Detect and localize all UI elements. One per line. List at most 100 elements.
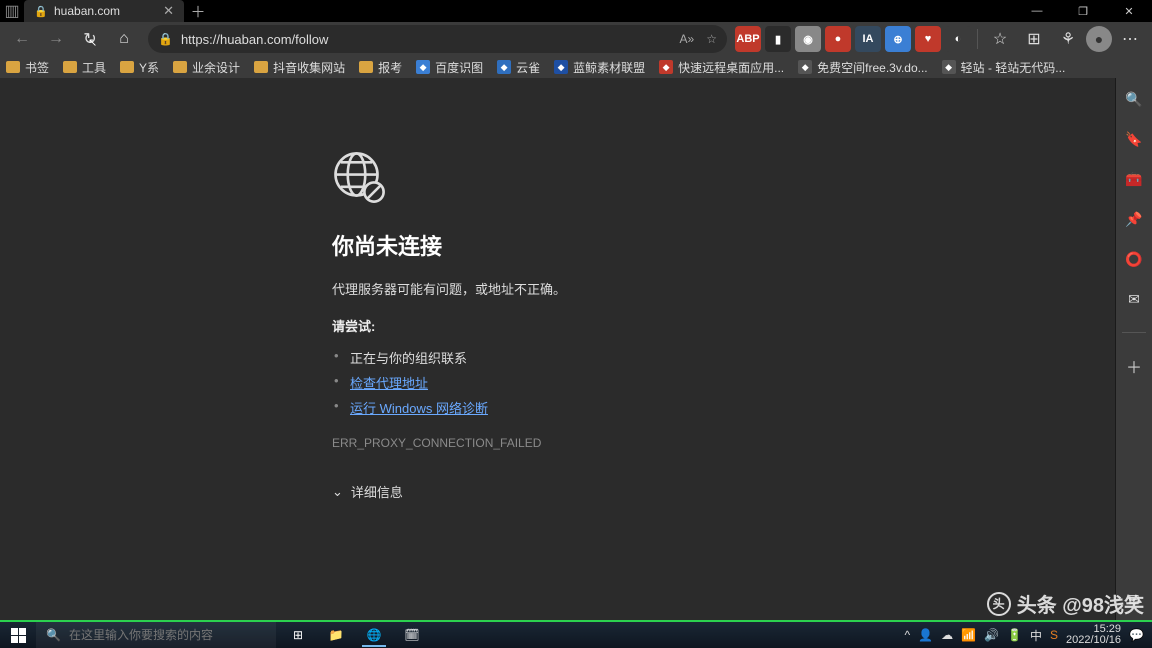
- bookmark-label: 报考: [378, 59, 402, 76]
- lock-icon: 🔒: [158, 32, 173, 46]
- error-suggestion-link[interactable]: 检查代理地址: [350, 376, 428, 391]
- bookmark-item[interactable]: Y系: [120, 59, 159, 76]
- site-favicon-icon: ◆: [497, 60, 511, 74]
- tray-notifications-icon[interactable]: 💬: [1129, 628, 1144, 642]
- extension-fire[interactable]: ●: [825, 26, 851, 52]
- site-favicon-icon: ◆: [554, 60, 568, 74]
- bookmark-item[interactable]: 报考: [359, 59, 402, 76]
- bookmark-item[interactable]: ◆蓝鲸素材联盟: [554, 59, 645, 76]
- home-button[interactable]: ⌂: [108, 24, 140, 54]
- bookmark-item[interactable]: ◆百度识图: [416, 59, 483, 76]
- tray-datetime[interactable]: 15:29 2022/10/16: [1066, 624, 1121, 646]
- system-tray[interactable]: ^ 👤 ☁ 📶 🔊 🔋 中 S 15:29 2022/10/16 💬: [897, 624, 1152, 646]
- error-suggestion-link[interactable]: 运行 Windows 网络诊断: [350, 401, 488, 416]
- error-title: 你尚未连接: [332, 229, 566, 261]
- tray-volume-icon[interactable]: 🔊: [984, 628, 999, 642]
- bookmark-item[interactable]: ◆ 免费空间free.3v.do...: [798, 59, 927, 76]
- address-bar[interactable]: 🔒 A» ☆: [148, 25, 727, 53]
- chevron-down-icon: ⌄: [332, 484, 343, 500]
- tray-people-icon[interactable]: 👤: [918, 628, 933, 642]
- tab-close-icon[interactable]: ✕: [163, 3, 174, 19]
- bookmark-item[interactable]: 抖音收集网站: [254, 59, 345, 76]
- sidebar-tag-icon[interactable]: 🔖: [1123, 128, 1145, 150]
- bookmark-item[interactable]: 书签: [6, 59, 49, 76]
- tray-wifi-icon[interactable]: 📶: [961, 628, 976, 642]
- close-window-button[interactable]: ✕: [1106, 0, 1152, 22]
- page: 你尚未连接 代理服务器可能有问题，或地址不正确。 请尝试: 正在与你的组织联系检…: [0, 78, 1116, 620]
- bookmark-label: 业余设计: [192, 59, 240, 76]
- start-button[interactable]: [0, 622, 36, 648]
- sidebar-outlook-icon[interactable]: ✉: [1123, 288, 1145, 310]
- back-button[interactable]: ←: [6, 24, 38, 54]
- extension-moon[interactable]: ◐: [945, 26, 971, 52]
- error-suggestion-item[interactable]: 运行 Windows 网络诊断: [332, 395, 566, 420]
- sidebar-search-icon[interactable]: 🔍: [1123, 88, 1145, 110]
- performance-button[interactable]: ⚘: [1052, 24, 1084, 54]
- read-aloud-icon[interactable]: A»: [680, 32, 695, 46]
- window-controls: — ❐ ✕: [1014, 0, 1152, 22]
- error-suggestion-item[interactable]: 检查代理地址: [332, 370, 566, 395]
- tab-title: huaban.com: [54, 4, 120, 18]
- favorites-button[interactable]: ☆: [984, 24, 1016, 54]
- menu-button[interactable]: ⋯: [1114, 24, 1146, 54]
- site-favicon-icon: ◆: [942, 60, 956, 74]
- extension-heart[interactable]: ♥: [915, 26, 941, 52]
- sidebar-toolbox-icon[interactable]: 🧰: [1123, 168, 1145, 190]
- favorite-icon[interactable]: ☆: [706, 32, 717, 46]
- bookmark-label: 轻站 - 轻站无代码...: [961, 59, 1066, 76]
- bookmark-item[interactable]: ◆ 轻站 - 轻站无代码...: [942, 59, 1066, 76]
- extension-note[interactable]: ▮: [765, 26, 791, 52]
- bookmark-item[interactable]: 工具: [63, 59, 106, 76]
- folder-icon: [173, 61, 187, 73]
- tray-onedrive-icon[interactable]: ☁: [941, 628, 953, 642]
- maximize-button[interactable]: ❐: [1060, 0, 1106, 22]
- site-favicon-icon: ◆: [798, 60, 812, 74]
- sidebar-pin-icon[interactable]: 📌: [1123, 208, 1145, 230]
- taskbar-app-4[interactable]: 🗓: [396, 623, 428, 647]
- extension-globe[interactable]: ⊕: [885, 26, 911, 52]
- collections-button[interactable]: ⊞: [1018, 24, 1050, 54]
- tray-input-icon[interactable]: S: [1050, 628, 1058, 642]
- folder-icon: [63, 61, 77, 73]
- folder-icon: [120, 61, 134, 73]
- bookmark-item[interactable]: ◆快速远程桌面应用...: [659, 59, 784, 76]
- sidebar-circle-icon[interactable]: ⭕: [1123, 248, 1145, 270]
- extension-shield[interactable]: ◉: [795, 26, 821, 52]
- sidebar-add-button[interactable]: ＋: [1123, 355, 1145, 377]
- extension-abp[interactable]: ABP: [735, 26, 761, 52]
- tray-ime-icon[interactable]: 中: [1030, 627, 1042, 644]
- tray-battery-icon[interactable]: 🔋: [1007, 628, 1022, 642]
- bookmark-label: 抖音收集网站: [273, 59, 345, 76]
- cursor-icon: ↖: [88, 36, 97, 49]
- toolbar-divider: [977, 29, 978, 49]
- tray-chevron-icon[interactable]: ^: [905, 628, 911, 642]
- taskbar-search[interactable]: 🔍: [36, 622, 276, 648]
- tab-favicon-icon: 🔒: [34, 4, 48, 18]
- site-favicon-icon: ◆: [659, 60, 673, 74]
- details-toggle[interactable]: ⌄ 详细信息: [332, 482, 566, 501]
- profile-avatar[interactable]: ●: [1086, 26, 1112, 52]
- taskbar-app-explorer[interactable]: 📁: [320, 623, 352, 647]
- content-area: 你尚未连接 代理服务器可能有问题，或地址不正确。 请尝试: 正在与你的组织联系检…: [0, 78, 1152, 620]
- bookmark-label: 书签: [25, 59, 49, 76]
- forward-button[interactable]: →: [40, 24, 72, 54]
- extension-ia[interactable]: IA: [855, 26, 881, 52]
- bookmark-label: 免费空间free.3v.do...: [817, 59, 927, 76]
- extensions-row: ABP▮◉●IA⊕♥◐: [735, 26, 971, 52]
- minimize-button[interactable]: —: [1014, 0, 1060, 22]
- bookmark-item[interactable]: ◆云雀: [497, 59, 540, 76]
- url-input[interactable]: [181, 32, 672, 47]
- windows-icon: [11, 628, 26, 643]
- bookmark-label: Y系: [139, 59, 159, 76]
- browser-tab[interactable]: 🔒 huaban.com ✕: [24, 0, 184, 22]
- folder-icon: [6, 61, 20, 73]
- bookmark-item[interactable]: 业余设计: [173, 59, 240, 76]
- new-tab-button[interactable]: ＋: [184, 0, 212, 22]
- task-view-button[interactable]: ⊞: [282, 623, 314, 647]
- taskbar-app-edge[interactable]: 🌐: [358, 623, 390, 647]
- titlebar: ▥ 🔒 huaban.com ✕ ＋ — ❐ ✕: [0, 0, 1152, 22]
- refresh-button[interactable]: ↻ ↖: [74, 24, 106, 54]
- taskbar-search-input[interactable]: [69, 628, 266, 642]
- tab-actions-button[interactable]: ▥: [0, 0, 24, 22]
- tab-strip: ▥ 🔒 huaban.com ✕ ＋: [0, 0, 212, 22]
